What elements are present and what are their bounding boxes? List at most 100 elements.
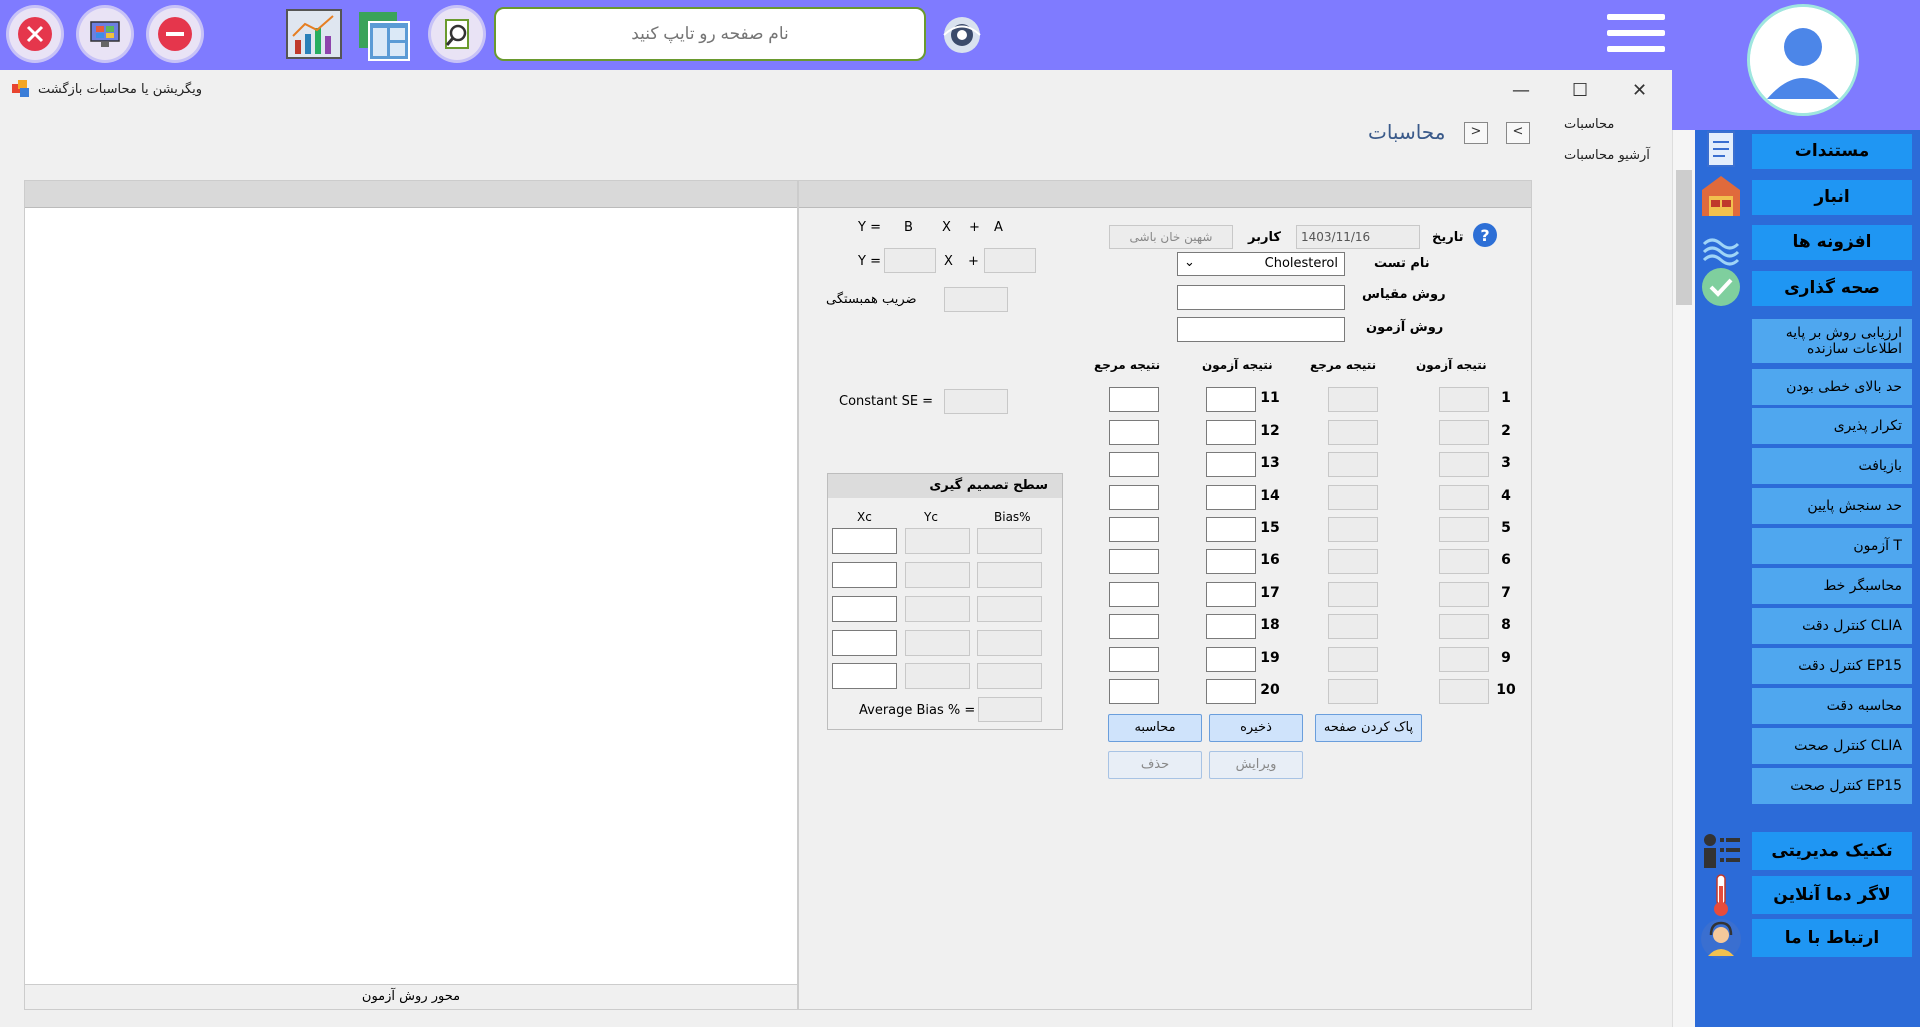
sidebar-sub-item-1[interactable]: حد بالای خطی بودن	[1751, 368, 1913, 406]
calculate-button[interactable]: محاسبه	[1108, 714, 1202, 742]
top-toolbar	[0, 0, 1672, 70]
nav-back-button[interactable]: <	[1506, 122, 1530, 144]
windows-icon[interactable]	[355, 6, 413, 62]
date-label: تاریخ	[1432, 230, 1464, 245]
xc-input[interactable]	[832, 630, 897, 656]
sidebar-btn-top-1[interactable]: انبار	[1751, 179, 1913, 216]
nav-forward-button[interactable]: >	[1464, 122, 1488, 144]
ref-result-input[interactable]	[1109, 549, 1159, 574]
eq-b-label: B	[904, 220, 913, 235]
test-result-input[interactable]	[1206, 549, 1256, 574]
test-result-input[interactable]	[1206, 582, 1256, 607]
ref-result-input[interactable]	[1109, 387, 1159, 412]
test-name-select[interactable]: ⌄ Cholesterol	[1177, 252, 1345, 276]
sidebar-sub-item-5[interactable]: آزمون T	[1751, 527, 1913, 565]
monitor-icon[interactable]	[79, 8, 131, 60]
test-result-input[interactable]	[1206, 387, 1256, 412]
ref-result-input[interactable]	[1109, 420, 1159, 445]
sidebar-btn-top-0[interactable]: مستندات	[1751, 133, 1913, 170]
sidebar-btn-top-2[interactable]: افزونه ها	[1751, 224, 1913, 261]
test-result-input[interactable]	[1206, 517, 1256, 542]
link-calculations[interactable]: محاسبات	[1564, 117, 1614, 132]
window-close-button[interactable]: ✕	[1632, 80, 1647, 101]
ref-result-input[interactable]	[1109, 679, 1159, 704]
documents-icon	[1700, 128, 1742, 170]
sidebar-sub-item-7[interactable]: کنترل دقت CLIA	[1751, 607, 1913, 645]
test-result-input[interactable]	[1206, 420, 1256, 445]
sidebar-sub-item-9[interactable]: محاسبه دقت	[1751, 687, 1913, 725]
ref-result-input[interactable]	[1109, 614, 1159, 639]
sidebar-btn-bottom-1[interactable]: لاگر دما آنلاین	[1751, 875, 1913, 915]
ref-result-input[interactable]	[1109, 485, 1159, 510]
test-result-field	[1439, 485, 1489, 510]
sidebar-sub-item-11[interactable]: کنترل صحت EP15	[1751, 767, 1913, 805]
test-name-label: نام تست	[1374, 256, 1430, 271]
measure-method-input[interactable]	[1177, 285, 1345, 310]
sidebar-sub-item-6[interactable]: محاسبگر خط	[1751, 567, 1913, 605]
chart-icon[interactable]	[285, 6, 343, 62]
sidebar-btn-top-3[interactable]: صحه گذاری	[1751, 270, 1913, 307]
clear-page-button[interactable]: پاک کردن صفحه	[1315, 714, 1422, 742]
date-field[interactable]: 1403/11/16	[1296, 225, 1420, 249]
user-field[interactable]: شهین خان باشی	[1109, 225, 1233, 249]
slope-b-field	[884, 248, 936, 273]
search-doc-icon[interactable]	[431, 8, 483, 60]
window-maximize-button[interactable]: ☐	[1572, 80, 1588, 101]
row-number: 10	[1496, 682, 1516, 698]
eq-a-label: A	[994, 220, 1003, 235]
page-search-input[interactable]	[494, 7, 926, 61]
ref-result-input[interactable]	[1109, 582, 1159, 607]
col-bias: Bias%	[994, 510, 1031, 524]
row-number: 5	[1501, 520, 1511, 536]
xc-input[interactable]	[832, 663, 897, 689]
user-avatar[interactable]	[1747, 4, 1859, 116]
link-calculations-archive[interactable]: آرشیو محاسبات	[1564, 148, 1650, 163]
edit-button[interactable]: ویرایش	[1209, 751, 1303, 779]
chart-x-axis-label: محور روش آزمون	[25, 984, 797, 1009]
row-number: 16	[1260, 552, 1280, 568]
vertical-scrollbar[interactable]	[1672, 130, 1695, 1027]
test-result-field	[1439, 387, 1489, 412]
ref-result-input[interactable]	[1109, 452, 1159, 477]
eq-plus-label: +	[969, 220, 980, 235]
sidebar-sub-item-8[interactable]: کنترل دقت EP15	[1751, 647, 1913, 685]
menu-hamburger-icon[interactable]	[1607, 14, 1665, 58]
sidebar-sub-item-2[interactable]: تکرار پذیری	[1751, 407, 1913, 445]
sidebar-btn-bottom-0[interactable]: تکنیک مدیریتی	[1751, 831, 1913, 871]
constant-se-field	[944, 389, 1008, 414]
test-method-input[interactable]	[1177, 317, 1345, 342]
save-button[interactable]: ذخیره	[1209, 714, 1303, 742]
close-icon[interactable]	[9, 8, 61, 60]
sidebar-sub-item-0[interactable]: ارزیابی روش بر پایه اطلاعات سازنده	[1751, 318, 1913, 364]
ref-result-input[interactable]	[1109, 647, 1159, 672]
window-minimize-button[interactable]: —	[1512, 80, 1530, 101]
sidebar-sub-item-10[interactable]: کنترل صحت CLIA	[1751, 727, 1913, 765]
test-result-field	[1439, 452, 1489, 477]
ref-result-input[interactable]	[1109, 517, 1159, 542]
test-result-field	[1439, 549, 1489, 574]
row-number: 15	[1260, 520, 1280, 536]
average-bias-field	[978, 697, 1042, 722]
xc-input[interactable]	[832, 562, 897, 588]
test-result-input[interactable]	[1206, 485, 1256, 510]
minus-icon[interactable]	[149, 8, 201, 60]
eq2-y-label: Y =	[858, 254, 881, 269]
ref-result-field	[1328, 517, 1378, 542]
delete-button[interactable]: حذف	[1108, 751, 1202, 779]
test-result-input[interactable]	[1206, 679, 1256, 704]
yc-field	[905, 562, 970, 588]
xc-input[interactable]	[832, 596, 897, 622]
test-result-field	[1439, 614, 1489, 639]
test-result-input[interactable]	[1206, 614, 1256, 639]
row-number: 20	[1260, 682, 1280, 698]
xc-input[interactable]	[832, 528, 897, 554]
sidebar-sub-item-4[interactable]: حد سنجش پایین	[1751, 487, 1913, 525]
test-result-input[interactable]	[1206, 647, 1256, 672]
test-result-input[interactable]	[1206, 452, 1256, 477]
eq-y-label: Y =	[858, 220, 881, 235]
sidebar-sub-item-3[interactable]: بازیافت	[1751, 447, 1913, 485]
help-icon[interactable]: ?	[1472, 222, 1498, 248]
sidebar-btn-bottom-2[interactable]: ارتباط با ما	[1751, 918, 1913, 958]
test-result-field	[1439, 679, 1489, 704]
eye-icon[interactable]	[939, 12, 985, 58]
